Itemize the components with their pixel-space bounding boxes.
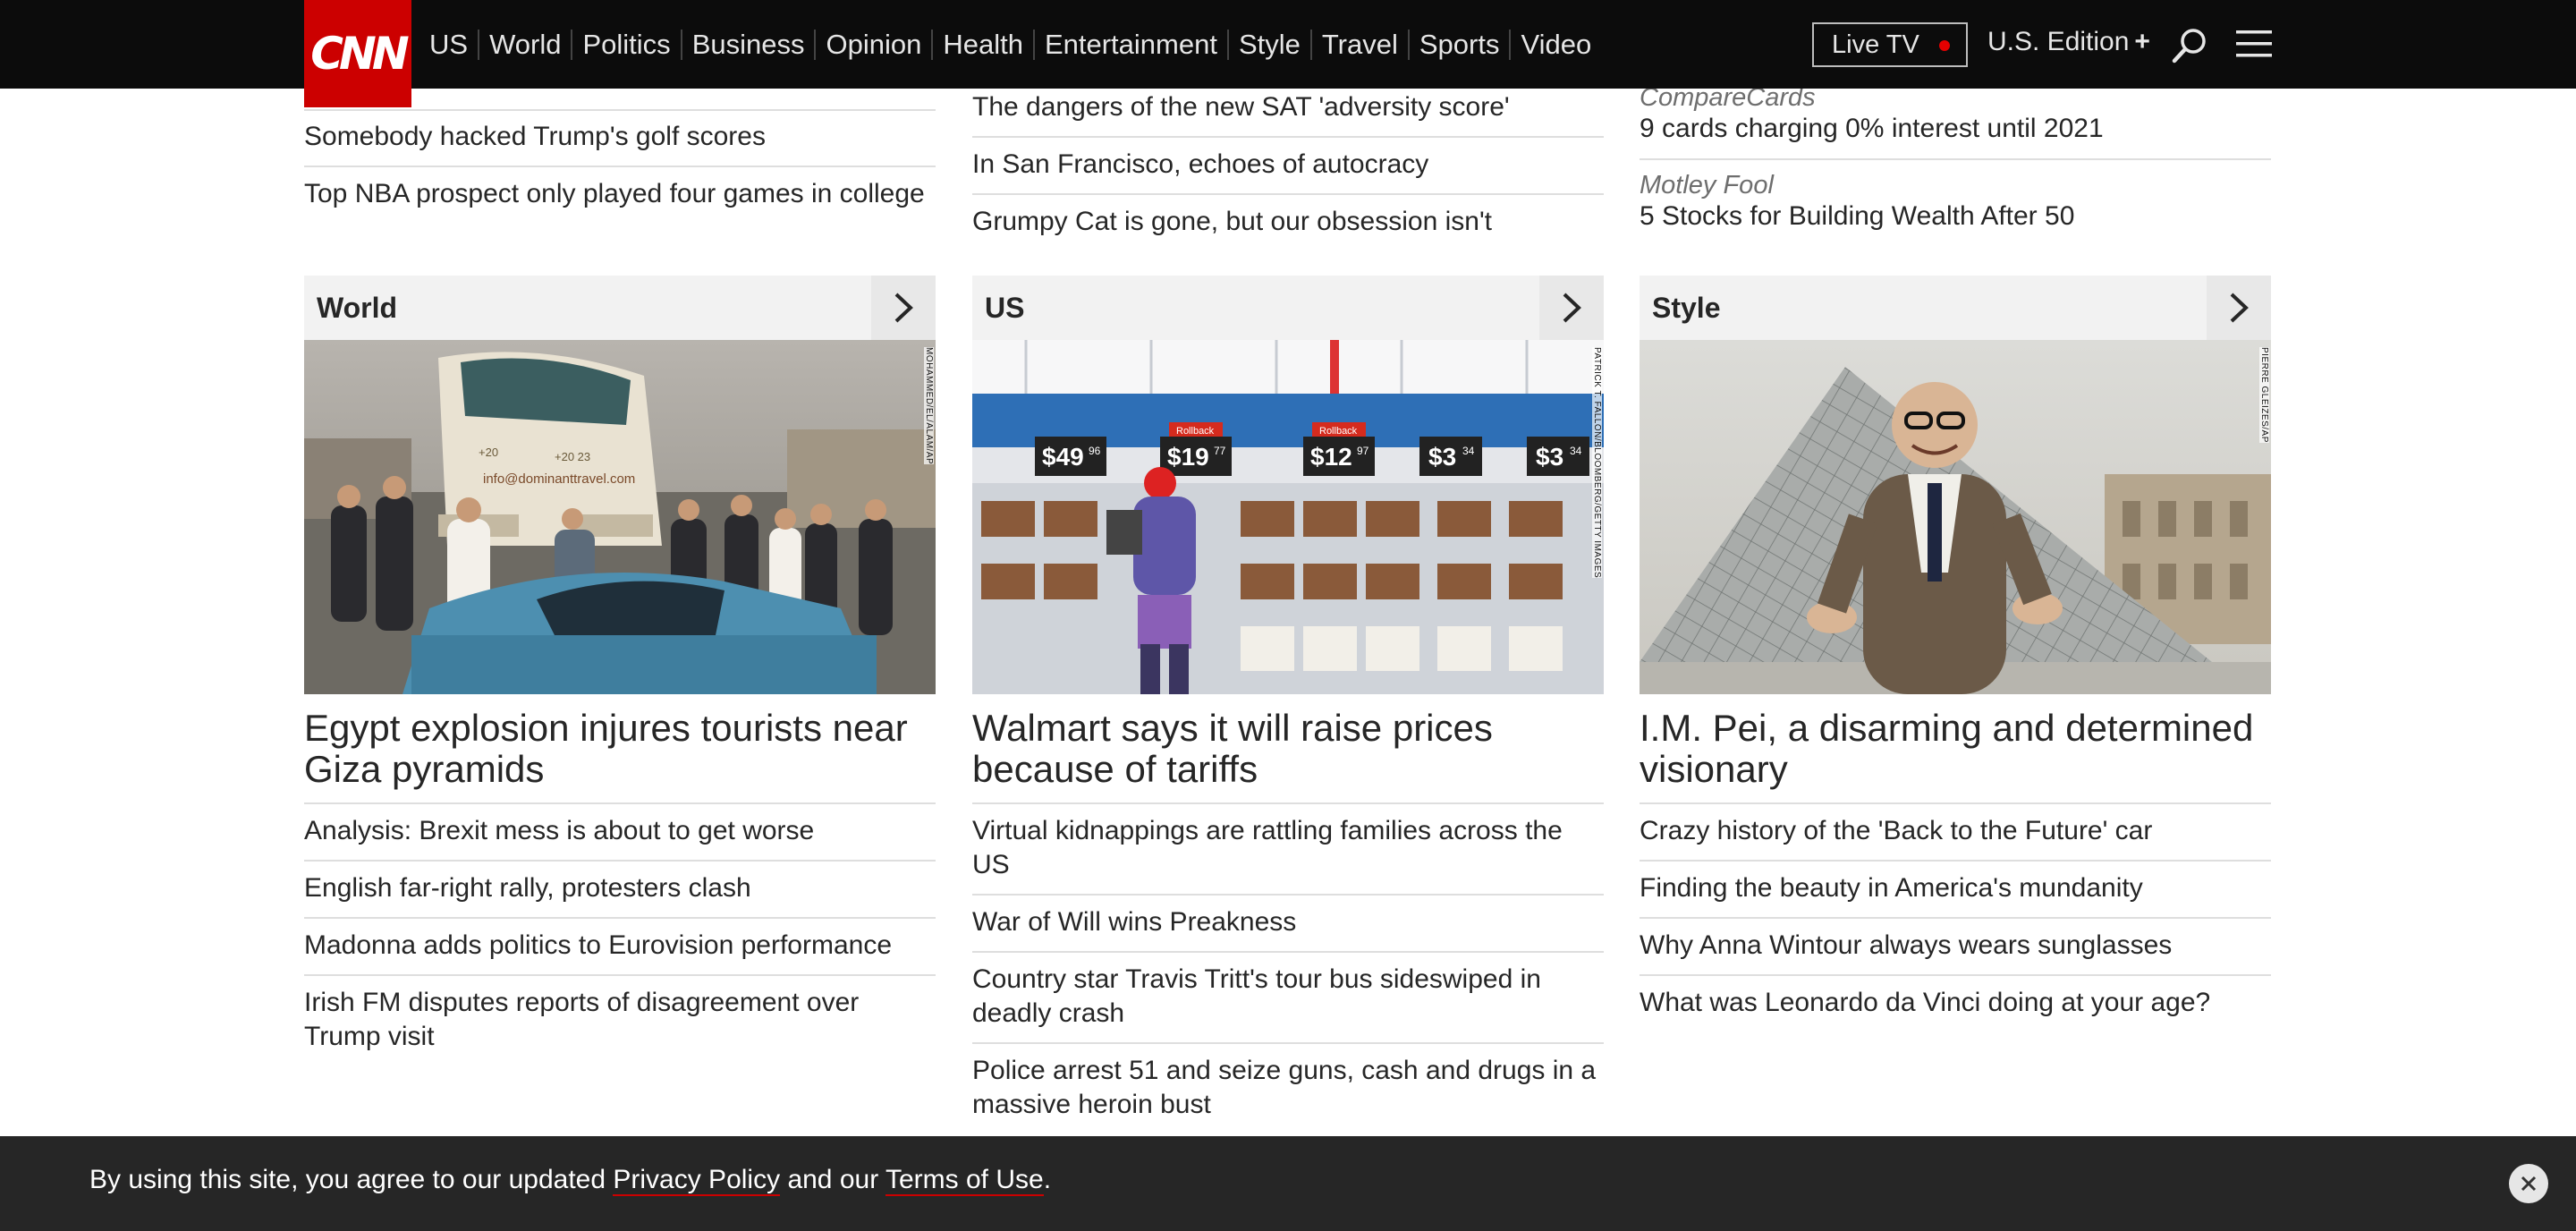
cookie-consent-text: By using this site, you agree to our upd… bbox=[89, 1165, 1052, 1196]
price-label: $19 bbox=[1167, 443, 1209, 471]
search-icon[interactable] bbox=[2172, 27, 2207, 64]
middle-top-list: The dangers of the new SAT 'adversity sc… bbox=[972, 81, 1604, 250]
photo-credit: MOHAMMED/EL/ALAM/AP bbox=[924, 347, 934, 465]
bus-text: info@dominanttravel.com bbox=[483, 471, 635, 487]
us-story-list: Virtual kidnappings are rattling familie… bbox=[972, 802, 1604, 1133]
list-item[interactable]: Country star Travis Tritt's tour bus sid… bbox=[972, 953, 1604, 1044]
rollback-tag: Rollback bbox=[1319, 426, 1358, 437]
story-image-egypt-bus[interactable]: +20 +20 23 info@dominanttravel.com MOHAM bbox=[304, 340, 936, 694]
cookie-suffix: . bbox=[1043, 1165, 1052, 1194]
sponsor-title: 5 Stocks for Building Wealth After 50 bbox=[1640, 201, 2075, 231]
cookie-prefix: By using this site, you agree to our upd… bbox=[89, 1165, 606, 1194]
headline-im-pei[interactable]: I.M. Pei, a disarming and determined vis… bbox=[1640, 708, 2271, 790]
nav-item-video[interactable]: Video bbox=[1509, 29, 1601, 60]
nav-item-sports[interactable]: Sports bbox=[1407, 29, 1510, 60]
price-cents: 34 bbox=[1462, 445, 1475, 457]
nav-item-health[interactable]: Health bbox=[931, 29, 1033, 60]
left-top-list: Somebody hacked Trump's golf scores Top … bbox=[304, 110, 936, 223]
story-image-im-pei[interactable]: PIERRE GLEIZES/AP bbox=[1640, 340, 2271, 694]
list-item[interactable]: The dangers of the new SAT 'adversity sc… bbox=[972, 81, 1604, 138]
price-cents: 96 bbox=[1089, 445, 1101, 457]
privacy-policy-link[interactable]: Privacy Policy bbox=[613, 1165, 781, 1196]
terms-of-use-link[interactable]: Terms of Use bbox=[885, 1165, 1044, 1196]
zone-header-world: World bbox=[304, 276, 936, 340]
bus-text: +20 23 bbox=[555, 450, 590, 463]
edition-label: U.S. Edition bbox=[1987, 27, 2130, 56]
live-indicator-dot bbox=[1939, 40, 1950, 51]
world-story-list: Analysis: Brexit mess is about to get wo… bbox=[304, 802, 936, 1065]
chevron-right-icon[interactable] bbox=[1539, 276, 1604, 340]
zone-header-us: US bbox=[972, 276, 1604, 340]
nav-item-us[interactable]: US bbox=[428, 29, 478, 60]
list-item[interactable]: Crazy history of the 'Back to the Future… bbox=[1640, 804, 2271, 862]
list-item[interactable]: War of Will wins Preakness bbox=[972, 896, 1604, 953]
list-item[interactable]: Analysis: Brexit mess is about to get wo… bbox=[304, 804, 936, 862]
nav-item-travel[interactable]: Travel bbox=[1309, 29, 1408, 60]
live-tv-button[interactable]: Live TV bbox=[1812, 22, 1968, 67]
price-label: $12 bbox=[1310, 443, 1352, 471]
style-story-list: Crazy history of the 'Back to the Future… bbox=[1640, 802, 2271, 1031]
photo-credit: PATRICK T. FALLON/BLOOMBERG/GETTY IMAGES bbox=[1592, 347, 1602, 579]
section-nav: US World Politics Business Opinion Healt… bbox=[428, 0, 1601, 89]
photo-credit: PIERRE GLEIZES/AP bbox=[2259, 347, 2269, 443]
hamburger-menu-icon[interactable] bbox=[2236, 29, 2272, 59]
list-item[interactable]: Why Anna Wintour always wears sunglasses bbox=[1640, 919, 2271, 976]
sponsored-item[interactable]: CompareCards 9 cards charging 0% interes… bbox=[1640, 82, 2271, 160]
live-tv-label: Live TV bbox=[1832, 30, 1919, 59]
nav-item-opinion[interactable]: Opinion bbox=[814, 29, 931, 60]
cookie-consent-banner: By using this site, you agree to our upd… bbox=[0, 1136, 2576, 1231]
list-item[interactable]: What was Leonardo da Vinci doing at your… bbox=[1640, 976, 2271, 1031]
headline-walmart[interactable]: Walmart says it will raise prices becaus… bbox=[972, 708, 1604, 790]
price-cents: 77 bbox=[1214, 445, 1226, 457]
sponsor-source: Motley Fool bbox=[1640, 171, 1774, 200]
sponsor-title: 9 cards charging 0% interest until 2021 bbox=[1640, 114, 2104, 143]
nav-item-politics[interactable]: Politics bbox=[571, 29, 680, 60]
list-item[interactable]: Madonna adds politics to Eurovision perf… bbox=[304, 919, 936, 976]
list-item[interactable]: Grumpy Cat is gone, but our obsession is… bbox=[972, 195, 1604, 250]
zone-title[interactable]: Style bbox=[1652, 292, 1720, 325]
headline-egypt[interactable]: Egypt explosion injures tourists near Gi… bbox=[304, 708, 936, 790]
nav-item-style[interactable]: Style bbox=[1226, 29, 1310, 60]
list-item[interactable]: Virtual kidnappings are rattling familie… bbox=[972, 804, 1604, 896]
bus-text: +20 bbox=[479, 446, 498, 459]
zone-title[interactable]: World bbox=[317, 292, 397, 325]
edition-selector[interactable]: U.S. Edition + bbox=[1987, 27, 2150, 57]
list-item[interactable]: Irish FM disputes reports of disagreemen… bbox=[304, 976, 936, 1065]
zone-header-style: Style bbox=[1640, 276, 2271, 340]
chevron-right-icon[interactable] bbox=[871, 276, 936, 340]
sponsored-list: CompareCards 9 cards charging 0% interes… bbox=[1640, 82, 2271, 233]
price-label: $3 bbox=[1536, 443, 1563, 471]
price-cents: 34 bbox=[1570, 445, 1582, 457]
cnn-logo[interactable]: CNN bbox=[304, 0, 411, 107]
nav-item-business[interactable]: Business bbox=[680, 29, 815, 60]
list-item[interactable]: English far-right rally, protesters clas… bbox=[304, 862, 936, 919]
list-item[interactable]: In San Francisco, echoes of autocracy bbox=[972, 138, 1604, 195]
zone-title[interactable]: US bbox=[985, 292, 1024, 325]
price-label: $3 bbox=[1428, 443, 1456, 471]
price-label: $49 bbox=[1042, 443, 1084, 471]
close-icon[interactable] bbox=[2509, 1164, 2548, 1203]
cookie-middle: and our bbox=[787, 1165, 879, 1194]
list-item[interactable]: Finding the beauty in America's mundanit… bbox=[1640, 862, 2271, 919]
rollback-tag: Rollback bbox=[1176, 426, 1215, 437]
nav-item-world[interactable]: World bbox=[478, 29, 571, 60]
list-item[interactable]: Police arrest 51 and seize guns, cash an… bbox=[972, 1044, 1604, 1133]
plus-icon: + bbox=[2134, 27, 2150, 56]
list-item[interactable]: Top NBA prospect only played four games … bbox=[304, 167, 936, 223]
chevron-right-icon[interactable] bbox=[2207, 276, 2271, 340]
story-image-walmart-aisle[interactable]: Rollback Rollback $49 96 $19 77 $12 97 $… bbox=[972, 340, 1604, 694]
price-cents: 97 bbox=[1357, 445, 1369, 457]
nav-item-entertainment[interactable]: Entertainment bbox=[1032, 29, 1227, 60]
list-item[interactable]: Somebody hacked Trump's golf scores bbox=[304, 110, 936, 167]
sponsored-item[interactable]: Motley Fool 5 Stocks for Building Wealth… bbox=[1640, 160, 2271, 233]
